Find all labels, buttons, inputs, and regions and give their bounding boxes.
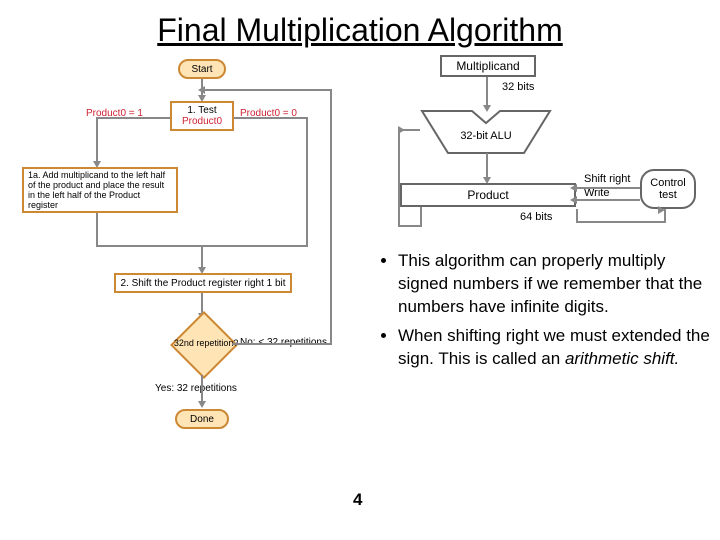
shift-label: Shift right [584,173,630,185]
decision-node: 32nd repetition? [170,311,238,379]
test-node: 1. Test Product0 [170,101,234,131]
step1a-node: 1a. Add multiplicand to the left half of… [22,167,178,213]
step2-node: 2. Shift the Product register right 1 bi… [114,273,292,293]
product-box: Product [400,183,576,207]
alu-shape: 32-bit ALU [420,109,552,155]
bullet-list: This algorithm can properly multiply sig… [380,250,710,377]
bits64-label: 64 bits [520,211,552,223]
bits32-label: 32 bits [502,81,534,93]
done-node: Done [175,409,229,429]
page-number: 4 [353,490,362,510]
multiplicand-box: Multiplicand [440,55,536,77]
test-label: 1. Test [187,105,216,116]
yes-label: Yes: 32 repetitions [155,383,237,394]
bullet-2: When shifting right we must extended the… [398,325,710,371]
start-node: Start [178,59,226,79]
page-title: Final Multiplication Algorithm [0,0,720,53]
alu-label: 32-bit ALU [460,130,511,142]
test-sublabel: Product0 [182,116,222,127]
control-box: Control test [640,169,696,209]
bullet-1: This algorithm can properly multiply sig… [398,250,710,319]
